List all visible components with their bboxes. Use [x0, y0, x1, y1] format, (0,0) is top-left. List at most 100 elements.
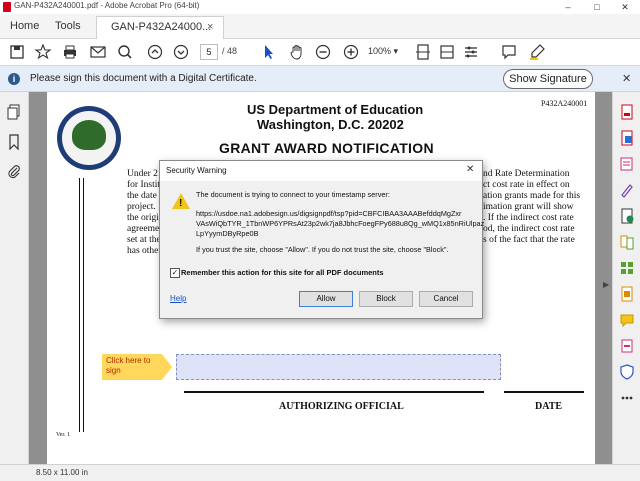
save-icon[interactable] [8, 43, 26, 61]
cancel-button[interactable]: Cancel [419, 291, 473, 307]
next-page-icon[interactable] [172, 43, 190, 61]
body-text-right: od, the indirect cost rate [483, 224, 575, 234]
fill-sign-icon[interactable] [619, 182, 635, 198]
page-margin-rule [79, 178, 80, 432]
date-line [504, 391, 584, 393]
page-thumbnails-icon[interactable] [6, 104, 22, 120]
body-text-left: set at the [127, 235, 161, 245]
window-title: GAN-P432A240001.pdf - Adobe Acrobat Pro … [14, 1, 200, 10]
maximize-button[interactable]: □ [584, 0, 610, 14]
body-text-right: s of the fact that the rate [483, 235, 575, 245]
authorizing-official-label: AUTHORIZING OFFICIAL [279, 401, 404, 412]
body-text-left: Under 2 [127, 169, 158, 179]
zoom-level-select[interactable]: 100% ▾ [368, 44, 406, 58]
timestamp-url-line: https://usdoe.na1.adobesign.us/digsignpd… [196, 209, 462, 218]
remember-checkbox-label[interactable]: Remember this action for this site for a… [181, 268, 384, 277]
print-icon[interactable] [61, 43, 79, 61]
tab-tools[interactable]: Tools [55, 14, 81, 38]
attachments-icon[interactable] [6, 164, 22, 180]
department-address: Washington, D.C. 20202 [257, 117, 404, 132]
signature-line [184, 391, 484, 393]
collapse-right-pane-icon[interactable]: ▶ [603, 280, 609, 289]
tab-document[interactable]: GAN-P432A24000... × [96, 16, 224, 39]
tabs-row: Home Tools GAN-P432A24000... × [0, 14, 640, 39]
highlight-pen-icon[interactable] [528, 43, 546, 61]
close-window-button[interactable]: ✕ [612, 0, 638, 14]
scroll-mode-icon[interactable] [438, 43, 456, 61]
tools-panel-icon[interactable] [462, 43, 480, 61]
page-margin-rule [83, 178, 84, 432]
date-label: DATE [535, 401, 563, 412]
timestamp-url-line: VAsWiQbTYR_1TbnWP6YPRsAt23p2wk7ja8JbhcFo… [196, 219, 485, 228]
body-text-left: the date [127, 191, 157, 201]
remember-checkbox[interactable]: ✓ [170, 268, 180, 278]
previous-page-icon[interactable] [146, 43, 164, 61]
edit-pdf-icon[interactable] [619, 156, 635, 172]
body-text-right: . If the indirect cost rate [483, 213, 574, 223]
dialog-close-icon[interactable]: ✕ [466, 164, 474, 175]
info-message: Please sign this document with a Digital… [30, 73, 257, 84]
comment-tool-icon[interactable] [619, 312, 635, 328]
page-fit-icon[interactable] [414, 43, 432, 61]
seal-tree-emblem [72, 120, 106, 150]
dialog-title-bar: Security Warning ✕ [160, 161, 482, 181]
export-pdf-icon[interactable] [619, 104, 635, 120]
hand-tool-icon[interactable] [288, 43, 306, 61]
body-text-left: agreeme [127, 224, 160, 234]
page-dimensions: 8.50 x 11.00 in [36, 468, 88, 477]
bookmark-star-icon[interactable] [34, 43, 52, 61]
zoom-out-icon[interactable] [314, 43, 332, 61]
allow-button[interactable]: Allow [299, 291, 353, 307]
body-text-left: project. [127, 202, 156, 212]
page-total: / 48 [222, 46, 238, 56]
acrobat-app-icon [3, 2, 11, 12]
version-label: Ver. 1 [56, 432, 70, 438]
select-arrow-icon[interactable] [260, 43, 278, 61]
signature-field[interactable] [176, 354, 501, 380]
more-tools-icon[interactable] [619, 390, 635, 406]
email-icon[interactable] [89, 43, 107, 61]
signature-info-bar: i Please sign this document with a Digit… [0, 66, 640, 92]
block-button[interactable]: Block [359, 291, 413, 307]
search-icon[interactable] [116, 43, 134, 61]
bookmarks-icon[interactable] [6, 134, 22, 150]
combine-files-icon[interactable] [619, 234, 635, 250]
page-number-input[interactable]: 5 [200, 44, 218, 60]
click-here-to-sign-tag[interactable]: Click here to sign [102, 354, 162, 380]
show-signature-button[interactable]: Show Signature [503, 69, 593, 89]
department-name: US Department of Education [247, 102, 424, 117]
warning-exclamation: ! [179, 198, 183, 209]
help-link[interactable]: Help [170, 294, 186, 303]
window-title-bar: GAN-P432A240001.pdf - Adobe Acrobat Pro … [0, 0, 640, 14]
security-warning-dialog: Security Warning ✕ ! The document is try… [159, 160, 485, 319]
body-text-left: for Instit [127, 180, 160, 190]
status-bar: 8.50 x 11.00 in [0, 464, 640, 481]
body-text-left: the origi [127, 213, 159, 223]
left-navigation-pane: ◀ [0, 92, 36, 464]
tab-home[interactable]: Home [10, 14, 39, 38]
tab-document-label: GAN-P432A24000... [111, 21, 212, 33]
body-text-left: has other [127, 246, 162, 256]
body-text-right: ation grants made for this [483, 191, 581, 201]
dialog-title: Security Warning [166, 166, 227, 175]
minimize-button[interactable]: – [555, 0, 581, 14]
zoom-level-value: 100% [368, 46, 392, 56]
scan-ocr-icon[interactable] [619, 286, 635, 302]
redact-icon[interactable] [619, 338, 635, 354]
sign-tag-arrow [162, 354, 172, 380]
zoom-in-icon[interactable] [342, 43, 360, 61]
organize-pages-icon[interactable] [619, 260, 635, 276]
comment-icon[interactable] [500, 43, 518, 61]
info-close-icon[interactable]: ✕ [622, 72, 631, 85]
right-tools-pane: ▶ [603, 92, 640, 464]
document-heading: GRANT AWARD NOTIFICATION [219, 140, 434, 156]
toolbar: 5 / 48 100% ▾ [0, 39, 640, 66]
tab-close-icon[interactable]: × [207, 21, 213, 33]
trust-instructions: If you trust the site, choose "Allow". I… [196, 245, 449, 254]
protect-shield-icon[interactable] [619, 364, 635, 380]
body-text-right: imation grant will show [483, 202, 574, 212]
send-for-signature-icon[interactable] [619, 208, 635, 224]
info-icon: i [8, 73, 20, 85]
award-reference-id: P432A240001 [541, 99, 588, 108]
create-pdf-icon[interactable] [619, 130, 635, 146]
